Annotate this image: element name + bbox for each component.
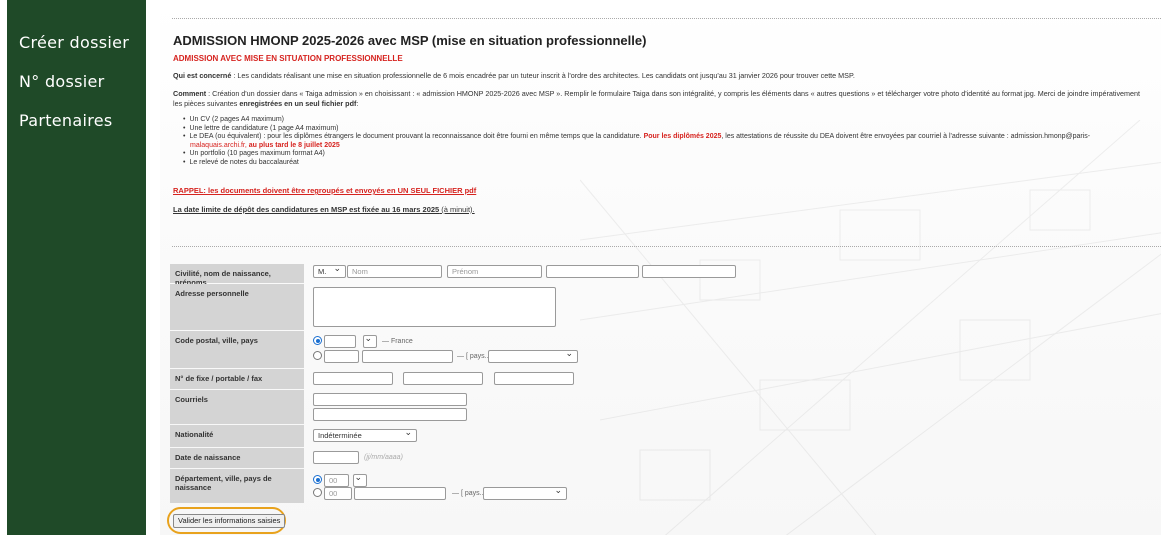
foreign-postal-input[interactable] (324, 350, 359, 363)
page-title: ADMISSION HMONP 2025-2026 avec MSP (mise… (173, 33, 647, 48)
birthdate-hint: (jj/mm/aaaa) (364, 454, 403, 461)
main-content: ADMISSION HMONP 2025-2026 avec MSP (mise… (160, 0, 1161, 535)
birth-foreign-radio[interactable] (313, 488, 322, 497)
postal-code-input[interactable] (324, 335, 356, 348)
birth-country-select[interactable] (483, 485, 567, 500)
phone-label: N° de fixe / portable / fax (170, 369, 304, 389)
birth-foreign-dept-input[interactable]: 00 (324, 487, 352, 500)
dea-deadline: au plus tard le 8 juillet 2025 (248, 141, 340, 149)
city-select[interactable] (363, 333, 377, 348)
sidebar-item-numero-dossier[interactable]: N° dossier (7, 72, 146, 92)
page-subtitle: ADMISSION AVEC MISE EN SITUATION PROFESS… (173, 54, 403, 63)
submit-button[interactable]: Valider les informations saisies (173, 514, 286, 528)
background-aerial-image (580, 120, 1161, 535)
comment-line2-bold: enregistrées en un seul fichier pdf (239, 99, 357, 108)
list-item: Un portfolio (10 pages maximum format A4… (189, 150, 1090, 159)
dea-red: Pour les diplômés 2025 (643, 133, 722, 140)
birth-dept-input[interactable]: 00 (324, 474, 349, 487)
first-name-input[interactable]: Prénom (447, 265, 542, 278)
fax-input[interactable] (494, 372, 574, 385)
birth-foreign-city-input[interactable] (354, 487, 446, 500)
deadline-date: 16 mars 2025 (392, 205, 440, 214)
birthdate-label: Date de naissance (170, 448, 304, 468)
nationality-label: Nationalité (170, 425, 304, 447)
postal-label: Code postal, ville, pays (170, 331, 304, 368)
address-textarea[interactable] (313, 287, 556, 327)
comment-text: : Création d'un dossier dans « Taiga adm… (206, 89, 1141, 98)
emails-label: Courriels (170, 390, 304, 424)
phone-fixed-input[interactable] (313, 372, 393, 385)
comment-line2-text: les pièces suivantes (173, 99, 240, 108)
comment-line2-colon: : (356, 99, 359, 108)
foreign-radio[interactable] (313, 351, 322, 360)
dea-text-2: , les attestations de réussite du DEA do… (721, 133, 1091, 140)
documents-list: Un CV (2 pages A4 maximum) Une lettre de… (189, 116, 1091, 168)
sidebar-item-partenaires[interactable]: Partenaires (7, 111, 146, 131)
address-label: Adresse personnelle (170, 284, 304, 330)
phone-mobile-input[interactable] (403, 372, 483, 385)
france-label: — France (382, 338, 413, 345)
country-select[interactable] (488, 348, 578, 363)
nationality-select[interactable]: Indéterminée (313, 427, 417, 442)
rappel-notice: RAPPEL: les documents doivent être regro… (173, 186, 477, 195)
first-name-2-input[interactable] (546, 265, 639, 278)
birthdate-input[interactable] (313, 451, 359, 464)
last-name-input[interactable]: Nom (347, 265, 442, 278)
sidebar-item-creer-dossier[interactable]: Créer dossier (7, 33, 146, 53)
birth-france-radio[interactable] (313, 475, 322, 484)
comment-paragraph-line2: les pièces suivantes enregistrées en un … (173, 99, 358, 109)
divider (172, 246, 1161, 247)
france-radio[interactable] (313, 336, 322, 345)
dea-text: Le DEA (ou équivalent) : pour les diplôm… (189, 133, 644, 140)
list-item: Le relevé de notes du baccalauréat (189, 159, 1090, 168)
dea-email-end: malaquais.archi.fr, (190, 141, 249, 149)
sidebar: Créer dossier N° dossier Partenaires (7, 0, 146, 535)
comment-paragraph: Comment : Création d'un dossier dans « T… (173, 89, 1140, 99)
who-text: : Les candidats réalisant une mise en si… (231, 71, 855, 80)
civility-label: Civilité, nom de naissance, prénoms (170, 264, 304, 287)
birth-city-select[interactable] (353, 472, 367, 487)
who-paragraph: Qui est concerné : Les candidats réalisa… (173, 71, 855, 81)
deadline-text: La date limite de dépôt des candidatures… (173, 205, 393, 214)
who-label: Qui est concerné (173, 71, 232, 80)
comment-label: Comment (173, 89, 207, 98)
deadline-suffix: (à minuit). (439, 205, 475, 214)
foreign-city-input[interactable] (362, 350, 453, 363)
email-input-1[interactable] (313, 393, 467, 406)
email-input-2[interactable] (313, 408, 467, 421)
civility-select[interactable]: M. (313, 263, 346, 278)
divider (172, 18, 1161, 19)
list-item: Le DEA (ou équivalent) : pour les diplôm… (189, 133, 1091, 150)
list-item: Une lettre de candidature (1 page A4 max… (189, 125, 1090, 134)
list-item: Un CV (2 pages A4 maximum) (189, 116, 1090, 125)
deadline-notice: La date limite de dépôt des candidatures… (173, 205, 475, 214)
birthplace-label: Département, ville, pays de naissance (170, 469, 304, 503)
first-name-3-input[interactable] (642, 265, 736, 278)
